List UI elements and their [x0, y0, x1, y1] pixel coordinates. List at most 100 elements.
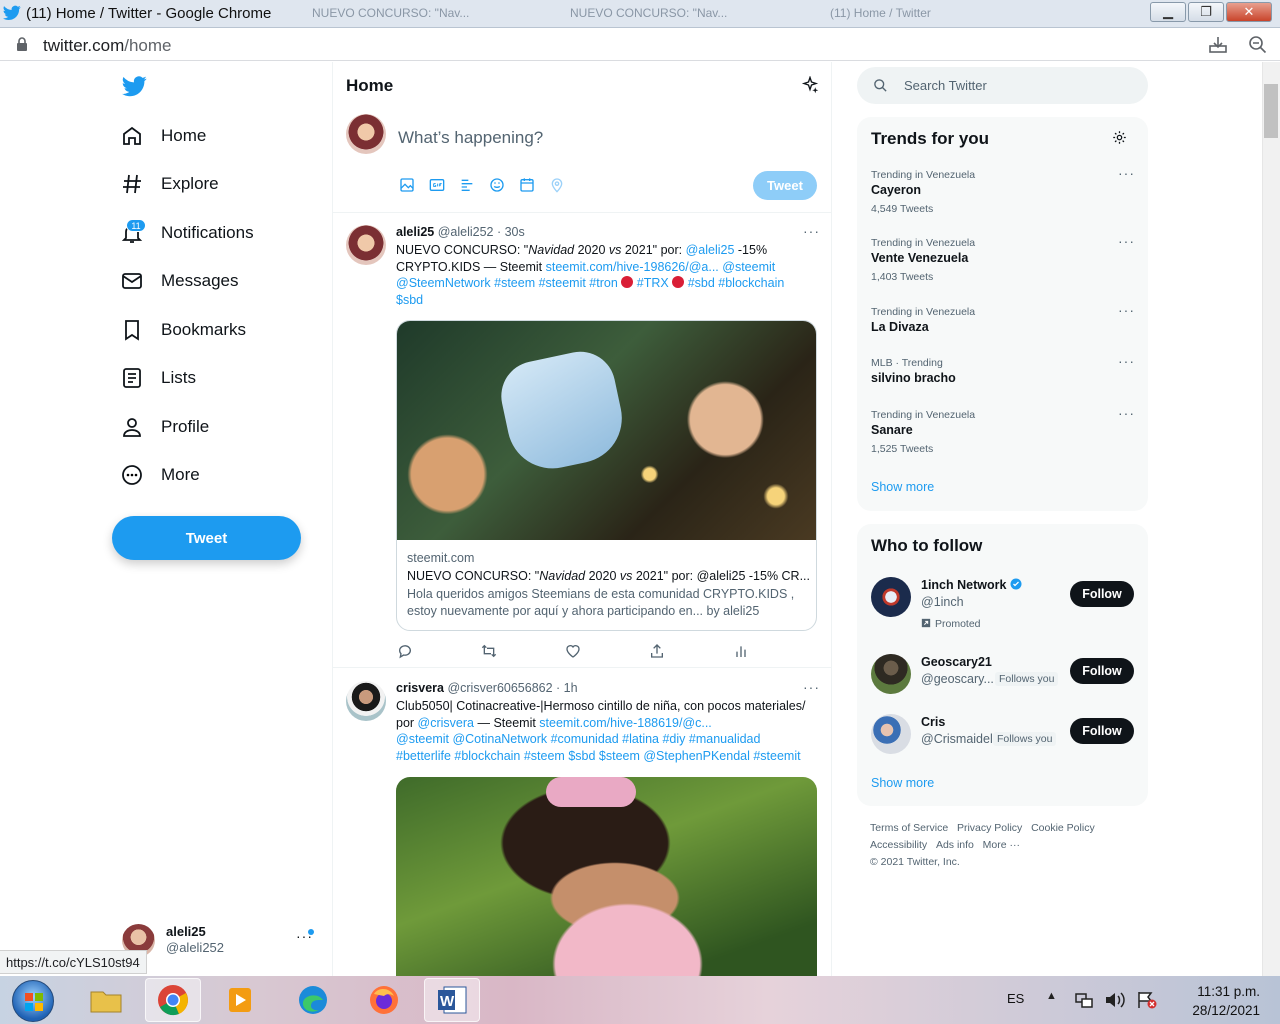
- suggestion-name[interactable]: Geoscary21: [921, 655, 992, 669]
- trend-item[interactable]: Trending in Venezuela La Divaza ···: [857, 300, 1148, 346]
- clock[interactable]: 11:31 p.m. 28/12/2021: [1170, 982, 1260, 1020]
- scrollbar-thumb[interactable]: [1264, 84, 1278, 138]
- taskbar-explorer[interactable]: [78, 978, 134, 1022]
- show-hidden-icons[interactable]: ▲: [1046, 990, 1057, 1002]
- follow-button[interactable]: Follow: [1070, 658, 1134, 684]
- poll-icon[interactable]: [459, 177, 475, 193]
- composer-tweet-button[interactable]: Tweet: [753, 171, 817, 200]
- share-icon[interactable]: [649, 643, 665, 659]
- search-box[interactable]: Search Twitter: [857, 67, 1148, 104]
- nav-profile[interactable]: Profile: [120, 405, 209, 449]
- hashtag-link[interactable]: #TRX: [637, 276, 669, 290]
- tweet-more-icon[interactable]: ···: [803, 679, 820, 695]
- who-show-more-link[interactable]: Show more: [871, 776, 934, 790]
- scrollbar[interactable]: [1262, 62, 1280, 976]
- image-icon[interactable]: [399, 177, 415, 193]
- like-icon[interactable]: [565, 643, 581, 659]
- hashtags[interactable]: #sbd #blockchain: [688, 276, 785, 290]
- schedule-icon[interactable]: [519, 177, 535, 193]
- trend-item[interactable]: Trending in Venezuela Cayeron 4,549 Twee…: [857, 163, 1148, 225]
- trend-more-icon[interactable]: ···: [1118, 353, 1135, 369]
- mention-link[interactable]: @steemit: [722, 260, 775, 274]
- cookie-link[interactable]: Cookie Policy: [1031, 822, 1095, 834]
- maximize-button[interactable]: ❐: [1188, 2, 1224, 22]
- nav-bookmarks[interactable]: Bookmarks: [120, 308, 246, 352]
- lock-icon[interactable]: [16, 37, 28, 52]
- analytics-icon[interactable]: [733, 643, 749, 659]
- gif-icon[interactable]: [429, 177, 445, 193]
- taskbar-chrome[interactable]: [145, 978, 201, 1022]
- link-card[interactable]: steemit.com NUEVO CONCURSO: "Navidad 202…: [396, 320, 817, 631]
- tweet-more-icon[interactable]: ···: [803, 223, 820, 239]
- network-icon[interactable]: [1074, 990, 1094, 1010]
- url-link[interactable]: steemit.com/hive-188619/@c...: [539, 716, 712, 730]
- url-text[interactable]: twitter.com/home: [43, 36, 172, 56]
- install-app-icon[interactable]: [1208, 35, 1228, 55]
- emoji-icon[interactable]: [489, 177, 505, 193]
- more-link[interactable]: More ···: [983, 839, 1020, 851]
- taskbar-word[interactable]: W: [424, 978, 480, 1022]
- sparkle-icon[interactable]: [801, 76, 819, 94]
- tweet-button[interactable]: Tweet: [112, 516, 301, 560]
- follow-suggestion[interactable]: Cris @Crismaidel Follows you Follow: [857, 711, 1148, 761]
- tweet-avatar[interactable]: [346, 225, 386, 265]
- tweet-time[interactable]: 1h: [564, 681, 578, 695]
- trends-show-more-link[interactable]: Show more: [871, 480, 934, 494]
- trend-more-icon[interactable]: ···: [1118, 302, 1135, 318]
- suggestion-avatar[interactable]: [871, 714, 911, 754]
- language-indicator[interactable]: ES: [1007, 991, 1024, 1006]
- minimize-button[interactable]: ▁: [1150, 2, 1186, 22]
- trend-more-icon[interactable]: ···: [1118, 233, 1135, 249]
- trend-more-icon[interactable]: ···: [1118, 165, 1135, 181]
- tweet-time[interactable]: 30s: [505, 225, 525, 239]
- cashtag-link[interactable]: $sbd: [396, 293, 423, 307]
- hashtags[interactable]: #betterlife #blockchain #steem $sbd $ste…: [396, 748, 824, 765]
- tweet-author-handle[interactable]: @crisver60656862: [447, 681, 552, 695]
- trend-item[interactable]: Trending in Venezuela Vente Venezuela 1,…: [857, 231, 1148, 293]
- search-input[interactable]: Search Twitter: [904, 78, 987, 93]
- account-name[interactable]: aleli25: [166, 924, 206, 939]
- suggestion-avatar[interactable]: [871, 654, 911, 694]
- trend-item[interactable]: MLB · Trending silvino bracho ···: [857, 351, 1148, 397]
- taskbar-firefox[interactable]: [356, 978, 412, 1022]
- tweet-image[interactable]: [396, 777, 817, 976]
- twitter-logo-icon[interactable]: [122, 76, 147, 97]
- suggestion-name[interactable]: Cris: [921, 715, 945, 729]
- mention-link[interactable]: @crisvera: [418, 716, 474, 730]
- hashtags[interactable]: @steemit @CotinaNetwork #comunidad #lati…: [396, 731, 824, 748]
- accessibility-link[interactable]: Accessibility: [870, 839, 927, 851]
- tweet-avatar[interactable]: [346, 681, 386, 721]
- nav-messages[interactable]: Messages: [120, 259, 238, 303]
- composer-input[interactable]: What’s happening?: [398, 128, 543, 148]
- terms-link[interactable]: Terms of Service: [870, 822, 948, 834]
- url-link[interactable]: steemit.com/hive-198626/@a...: [546, 260, 719, 274]
- start-button[interactable]: [12, 980, 54, 1022]
- address-bar[interactable]: twitter.com/home: [0, 29, 1280, 61]
- privacy-link[interactable]: Privacy Policy: [957, 822, 1022, 834]
- follow-suggestion[interactable]: 1inch Network @1inch Promoted Follow: [857, 574, 1148, 634]
- suggestion-handle[interactable]: @1inch: [921, 595, 964, 609]
- taskbar-edge[interactable]: [285, 978, 341, 1022]
- suggestion-avatar[interactable]: [871, 577, 911, 617]
- account-handle[interactable]: @aleli252: [166, 940, 224, 955]
- taskbar-media[interactable]: [212, 978, 268, 1022]
- gear-icon[interactable]: [1112, 130, 1127, 145]
- follow-button[interactable]: Follow: [1070, 581, 1134, 607]
- nav-more[interactable]: More: [120, 453, 200, 497]
- suggestion-handle[interactable]: @geoscary...: [921, 672, 994, 686]
- mention-link[interactable]: @aleli25: [686, 243, 735, 257]
- hashtags[interactable]: @SteemNetwork #steem #steemit #tron: [396, 276, 618, 290]
- tweet[interactable]: aleli25 @aleli252 · 30s ··· NUEVO CONCUR…: [333, 213, 831, 668]
- reply-icon[interactable]: [397, 643, 413, 659]
- tweet-author-name[interactable]: crisvera: [396, 681, 444, 695]
- volume-icon[interactable]: [1104, 990, 1126, 1010]
- action-center-icon[interactable]: [1136, 990, 1158, 1010]
- tab-3[interactable]: (11) Home / Twitter: [830, 6, 931, 20]
- retweet-icon[interactable]: [481, 643, 497, 659]
- follow-suggestion[interactable]: Geoscary21 @geoscary... Follows you Foll…: [857, 651, 1148, 701]
- nav-home[interactable]: Home: [120, 114, 206, 158]
- zoom-icon[interactable]: [1248, 35, 1268, 55]
- trend-item[interactable]: Trending in Venezuela Sanare 1,525 Tweet…: [857, 403, 1148, 465]
- nav-explore[interactable]: Explore: [120, 162, 219, 206]
- suggestion-name[interactable]: 1inch Network: [921, 578, 1022, 592]
